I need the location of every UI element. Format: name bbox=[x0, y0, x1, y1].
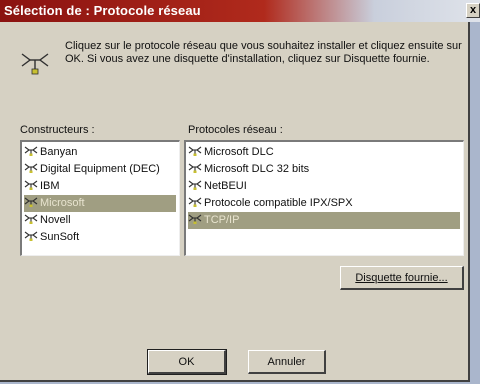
network-component-icon bbox=[24, 163, 40, 175]
protocols-list[interactable]: Microsoft DLC Microsoft DLC 32 bits NetBEU… bbox=[184, 140, 464, 256]
protocol-item-label: Microsoft DLC 32 bits bbox=[204, 163, 310, 175]
manufacturer-item[interactable]: Digital Equipment (DEC) bbox=[24, 161, 176, 178]
network-component-icon bbox=[188, 163, 204, 175]
close-button[interactable]: x bbox=[466, 3, 480, 18]
network-component-icon bbox=[24, 231, 40, 243]
instruction-text: Cliquez sur le protocole réseau que vous… bbox=[65, 40, 462, 65]
manufacturer-item-label: IBM bbox=[40, 180, 60, 192]
protocol-item[interactable]: Microsoft DLC bbox=[188, 144, 460, 161]
manufacturer-item-label: Digital Equipment (DEC) bbox=[40, 163, 160, 175]
select-network-protocol-dialog: Sélection de : Protocole réseau x Clique… bbox=[0, 0, 480, 382]
ok-button[interactable]: OK bbox=[147, 349, 227, 375]
manufacturer-item[interactable]: Novell bbox=[24, 212, 176, 229]
window-title: Sélection de : Protocole réseau bbox=[4, 3, 201, 18]
have-disk-button[interactable]: Disquette fournie... bbox=[340, 266, 464, 290]
protocol-item-label: Protocole compatible IPX/SPX bbox=[204, 197, 353, 209]
network-component-icon bbox=[24, 180, 40, 192]
manufacturer-item[interactable]: Banyan bbox=[24, 144, 176, 161]
cancel-button[interactable]: Annuler bbox=[248, 350, 326, 374]
network-component-icon bbox=[188, 180, 204, 192]
close-icon: x bbox=[469, 4, 477, 16]
network-component-icon bbox=[188, 214, 204, 226]
network-component-icon bbox=[188, 197, 204, 209]
network-component-icon bbox=[24, 197, 40, 209]
manufacturer-item-label: Banyan bbox=[40, 146, 78, 158]
manufacturer-item[interactable]: Microsoft bbox=[24, 195, 176, 212]
network-component-icon bbox=[24, 146, 40, 158]
manufacturer-item[interactable]: SunSoft bbox=[24, 229, 176, 246]
network-component-icon bbox=[24, 214, 40, 226]
protocol-item[interactable]: Protocole compatible IPX/SPX bbox=[188, 195, 460, 212]
manufacturers-label: Constructeurs : bbox=[20, 124, 95, 136]
title-bar[interactable]: Sélection de : Protocole réseau x bbox=[0, 0, 480, 22]
network-protocol-icon bbox=[21, 53, 49, 75]
manufacturer-item-label: Novell bbox=[40, 214, 71, 226]
protocols-label: Protocoles réseau : bbox=[188, 124, 283, 136]
network-component-icon bbox=[188, 146, 204, 158]
protocol-item[interactable]: Microsoft DLC 32 bits bbox=[188, 161, 460, 178]
manufacturer-item[interactable]: IBM bbox=[24, 178, 176, 195]
protocol-item-label: TCP/IP bbox=[204, 214, 240, 226]
manufacturers-list[interactable]: Banyan Digital Equipment (DEC) IBM Microsof… bbox=[20, 140, 180, 256]
manufacturer-item-label: SunSoft bbox=[40, 231, 80, 243]
protocol-item[interactable]: TCP/IP bbox=[188, 212, 460, 229]
cancel-label: Annuler bbox=[267, 356, 306, 368]
protocol-item-label: Microsoft DLC bbox=[204, 146, 274, 158]
protocol-item[interactable]: NetBEUI bbox=[188, 178, 460, 195]
ok-label: OK bbox=[178, 356, 195, 368]
protocol-item-label: NetBEUI bbox=[204, 180, 247, 192]
have-disk-label: Disquette fournie... bbox=[355, 272, 448, 284]
manufacturer-item-label: Microsoft bbox=[40, 197, 85, 209]
